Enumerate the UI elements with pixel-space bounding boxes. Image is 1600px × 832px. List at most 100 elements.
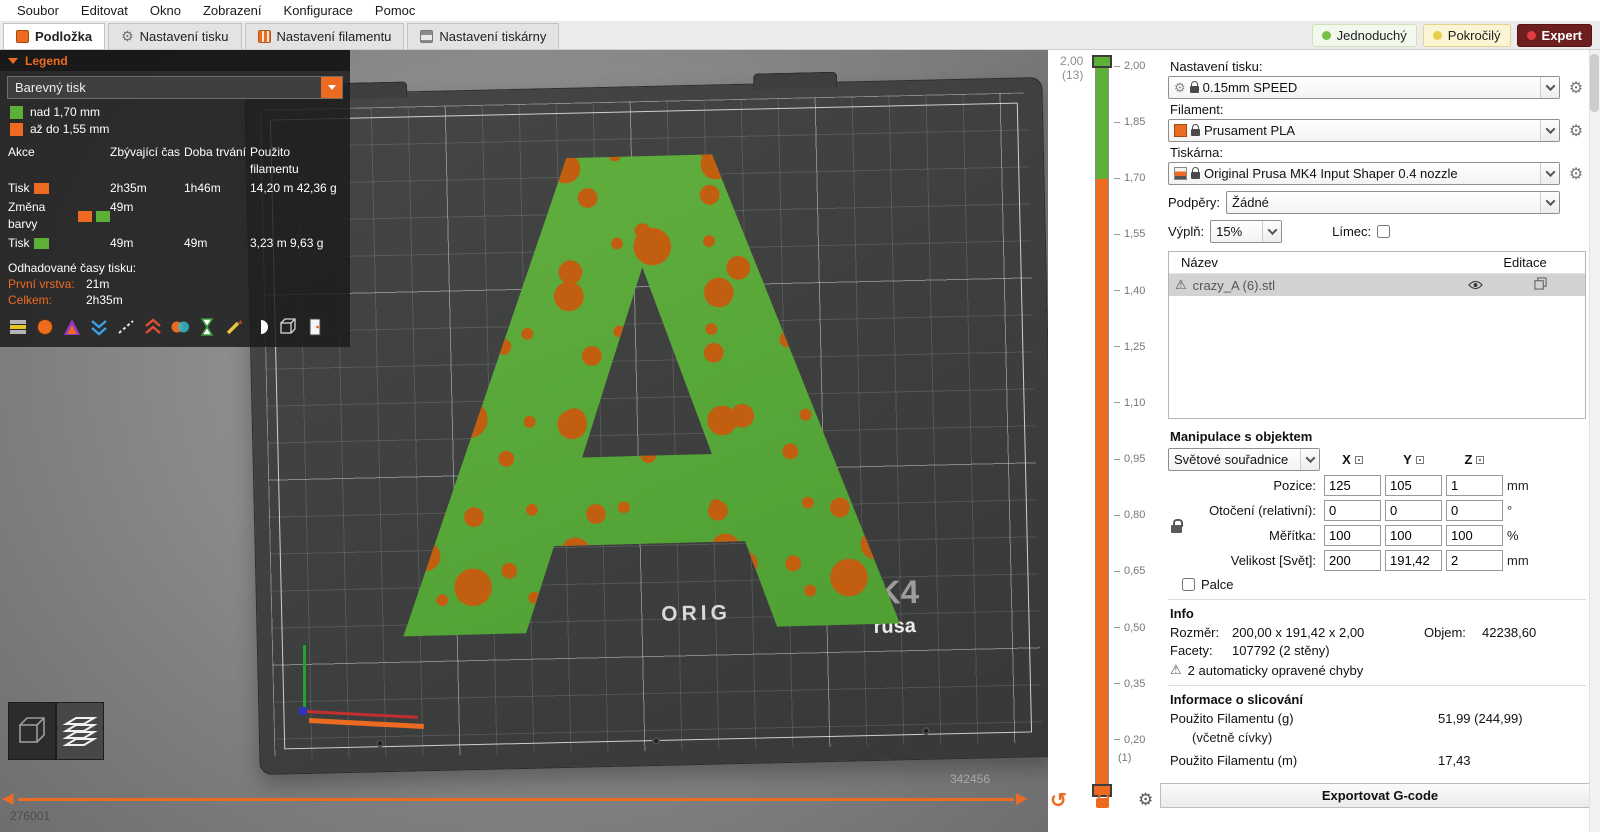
feature-retractions-icon[interactable] (89, 317, 109, 337)
scrollbar-thumb[interactable] (1590, 54, 1599, 112)
layer-slider-upper-handle[interactable] (1092, 55, 1112, 68)
view-type-dropdown-button[interactable] (321, 77, 342, 98)
size-y-input[interactable] (1385, 550, 1442, 571)
mode-advanced-button[interactable]: Pokročilý (1422, 23, 1511, 47)
slider-settings-gear-icon[interactable]: ⚙ (1138, 790, 1153, 810)
slicing-info-title: Informace o slicování (1170, 692, 1303, 707)
tab-plater[interactable]: Podložka (3, 23, 106, 49)
edit-printer-gear-icon[interactable]: ⚙ (1566, 164, 1586, 184)
feature-extrusions-icon[interactable] (8, 317, 28, 337)
scale-z-input[interactable] (1446, 525, 1503, 546)
print-settings-value: 0.15mm SPEED (1202, 80, 1298, 95)
feature-print-time-icon[interactable] (197, 317, 217, 337)
filament-select[interactable]: Prusament PLA (1168, 119, 1560, 142)
print-settings-select[interactable]: ⚙ 0.15mm SPEED (1168, 76, 1560, 99)
tab-printer-settings[interactable]: Nastavení tiskárny (407, 23, 560, 49)
position-y-input[interactable] (1385, 475, 1442, 496)
scale-x-input[interactable] (1324, 525, 1381, 546)
slider-left-arrow-icon[interactable]: ◀ (2, 789, 14, 807)
edit-print-settings-gear-icon[interactable]: ⚙ (1566, 78, 1586, 98)
filament-value: Prusament PLA (1204, 123, 1296, 138)
layer-slider-track[interactable] (1092, 55, 1112, 797)
rotation-label: Otočení (relativní): (1209, 503, 1316, 518)
mode-expert-button[interactable]: Expert (1516, 23, 1592, 47)
feature-color-changes-icon[interactable] (170, 317, 190, 337)
z-axis-marker (303, 645, 306, 715)
dropdown-arrow[interactable] (1540, 163, 1559, 184)
menu-configuration[interactable]: Konfigurace (273, 0, 364, 22)
visibility-eye-icon[interactable] (1455, 278, 1495, 293)
divider (1168, 599, 1586, 600)
feature-exit-icon[interactable] (305, 317, 325, 337)
inches-checkbox[interactable] (1182, 578, 1195, 591)
size-z-input[interactable] (1446, 550, 1503, 571)
filament-color-swatch (1174, 124, 1187, 137)
size-x-input[interactable] (1324, 550, 1381, 571)
edit-object-icon[interactable] (1495, 277, 1585, 293)
feature-custom-gcode-icon[interactable] (224, 317, 244, 337)
tab-filament-settings[interactable]: Nastavení filamentu (244, 23, 405, 49)
brim-checkbox[interactable] (1377, 225, 1391, 238)
legend-header[interactable]: Legend (0, 50, 350, 71)
printer-select[interactable]: Original Prusa MK4 Input Shaper 0.4 nozz… (1168, 162, 1560, 185)
tab-plater-label: Podložka (35, 29, 93, 44)
feature-color-print-icon[interactable] (35, 317, 55, 337)
filament-used-m-value: 17,43 (1438, 753, 1471, 768)
first-layer-row: První vrstva: 21m (8, 277, 342, 291)
edit-filament-gear-icon[interactable]: ⚙ (1566, 121, 1586, 141)
feature-pause-icon[interactable] (251, 317, 271, 337)
rotation-y-input[interactable] (1385, 500, 1442, 521)
sidebar-scrollbar[interactable] (1589, 50, 1600, 832)
menu-window[interactable]: Okno (139, 0, 192, 22)
position-x-input[interactable] (1324, 475, 1381, 496)
facets-label: Facety: (1170, 643, 1213, 658)
slider-lock-icon[interactable] (1096, 792, 1109, 808)
top-layer-height: 2,00 (1060, 54, 1084, 68)
uniform-scale-lock-icon[interactable] (1171, 519, 1183, 533)
layers-preview-button[interactable] (56, 702, 104, 760)
slider-track[interactable] (18, 798, 1014, 801)
3d-view-button[interactable] (8, 702, 56, 760)
top-layer-count: (13) (1062, 68, 1084, 82)
menu-help[interactable]: Pomoc (364, 0, 426, 22)
col-remaining: Zbývající čas (110, 145, 181, 159)
dropdown-arrow[interactable] (1540, 120, 1559, 141)
undo-icon[interactable]: ↺ (1050, 788, 1067, 813)
feature-travels-icon[interactable] (116, 317, 136, 337)
rotation-z-input[interactable] (1446, 500, 1503, 521)
slider-right-arrow-icon[interactable]: ▶ (1016, 789, 1028, 807)
settings-sidebar: Nastavení tisku: ⚙ 0.15mm SPEED ⚙ Filame… (1160, 50, 1600, 832)
feature-shells-icon[interactable] (278, 317, 298, 337)
position-z-input[interactable] (1446, 475, 1503, 496)
menu-view[interactable]: Zobrazení (192, 0, 273, 22)
model-object-letter-a[interactable]: A (379, 139, 913, 693)
tab-print-settings[interactable]: ⚙ Nastavení tisku (108, 23, 242, 49)
duration-value (184, 199, 250, 233)
rotation-x-input[interactable] (1324, 500, 1381, 521)
mode-simple-button[interactable]: Jednoduchý (1311, 23, 1417, 47)
menu-file[interactable]: Soubor (6, 0, 70, 22)
preset-gear-icon: ⚙ (1174, 80, 1186, 95)
dropdown-arrow[interactable] (1540, 192, 1559, 213)
object-list-row[interactable]: ⚠ crazy_A (6).stl (1169, 274, 1585, 296)
expert-mode-dot-icon (1526, 30, 1536, 40)
legend-title: Legend (25, 53, 68, 68)
export-gcode-button[interactable]: Exportovat G-code (1160, 783, 1600, 808)
legend-table-header: Akce Zbývající čas Doba trvání Použito f… (0, 144, 350, 178)
view-type-select[interactable]: Barevný tisk (7, 76, 343, 99)
menu-edit[interactable]: Editovat (70, 0, 139, 22)
feature-deretractions-icon[interactable] (143, 317, 163, 337)
view-type-value: Barevný tisk (15, 80, 86, 95)
coordinate-system-select[interactable]: Světové souřadnice (1168, 448, 1320, 471)
scale-y-input[interactable] (1385, 525, 1442, 546)
dropdown-arrow-icon (327, 85, 336, 90)
feature-seams-icon[interactable] (62, 317, 82, 337)
infill-select[interactable]: 15% (1210, 220, 1283, 243)
dropdown-arrow[interactable] (1540, 77, 1559, 98)
supports-select[interactable]: Žádné (1226, 191, 1560, 214)
dropdown-arrow[interactable] (1262, 221, 1282, 242)
dropdown-arrow[interactable] (1300, 449, 1319, 470)
object-warning-icon: ⚠ (1175, 277, 1187, 292)
3d-viewport[interactable]: ORIG K4 rusa A Legend Barevný tisk nad 1… (0, 50, 1048, 832)
object-name: crazy_A (6).stl (1192, 277, 1276, 293)
